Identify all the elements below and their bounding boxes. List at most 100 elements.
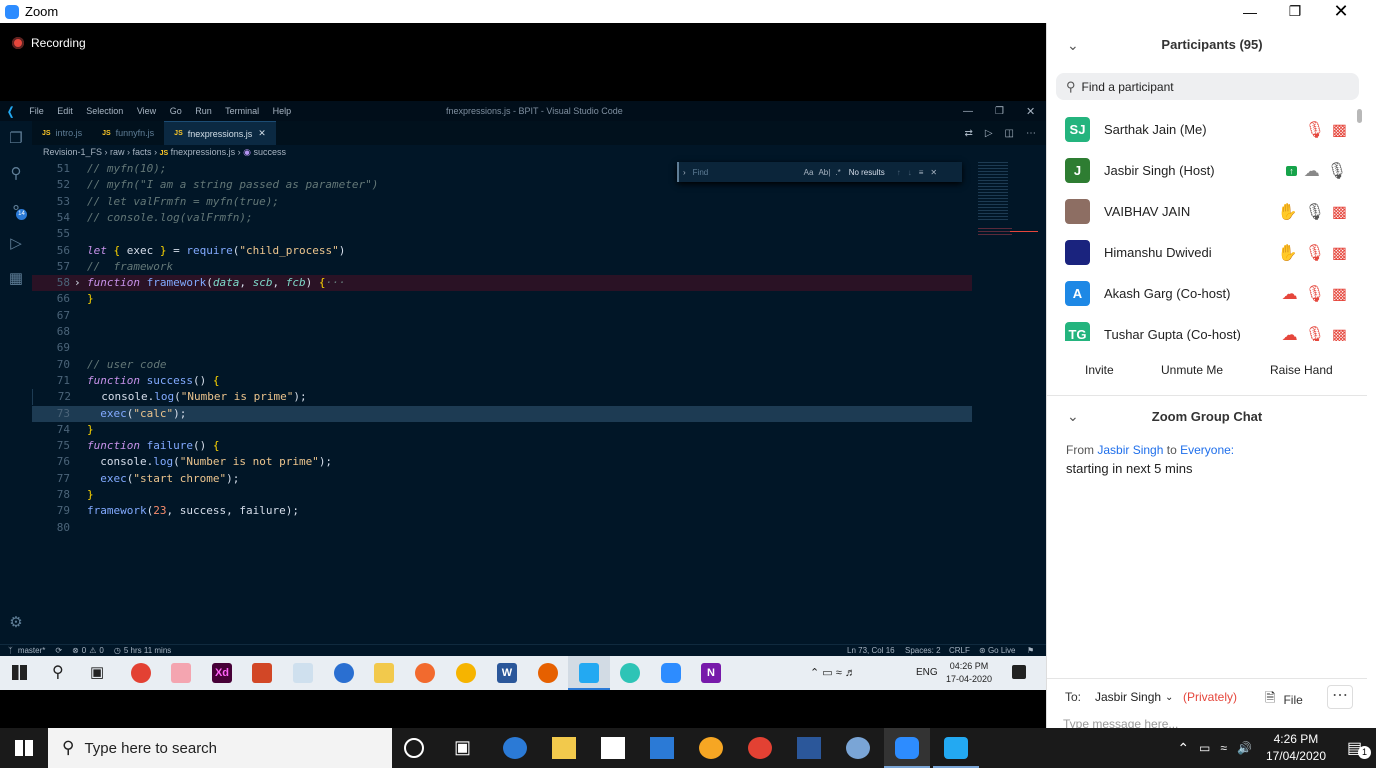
muted-mic-icon[interactable]: 🎙	[1305, 284, 1325, 304]
start-icon[interactable]	[12, 665, 27, 680]
sublime-icon[interactable]	[415, 663, 435, 683]
search-icon[interactable]: ⚲	[7, 164, 25, 182]
breadcrumb-item[interactable]: raw	[110, 147, 125, 157]
firefox-icon[interactable]	[538, 663, 558, 683]
participant-row[interactable]: J Jasbir Singh (Host) ↑ ☁ 🎙	[1047, 150, 1347, 191]
code-line[interactable]: 69	[32, 340, 972, 356]
run-icon[interactable]: ▷	[985, 128, 993, 139]
word-icon[interactable]	[797, 737, 821, 759]
participant-search-input[interactable]: Find a participant	[1082, 80, 1174, 94]
vscode-taskbar-button[interactable]	[933, 728, 979, 768]
match-word-toggle[interactable]: Ab|	[818, 168, 830, 177]
menu-selection[interactable]: Selection	[86, 106, 123, 116]
show-hidden-icons[interactable]: ⌃	[1177, 740, 1189, 757]
indentation[interactable]: Spaces: 2	[905, 646, 941, 655]
code-line[interactable]: 72 console.log("Number is prime");	[32, 389, 972, 406]
code-line[interactable]: 55	[32, 226, 972, 242]
action-center-button[interactable]: ▤ 1	[1340, 728, 1376, 768]
close-tab-icon[interactable]: ✕	[258, 128, 266, 139]
invite-button[interactable]: Invite	[1077, 359, 1122, 381]
close-find-icon[interactable]: ✕	[930, 168, 937, 177]
menu-edit[interactable]: Edit	[57, 106, 73, 116]
restore-button[interactable]: ❐	[1272, 0, 1318, 23]
code-line[interactable]: 76 console.log("Number is not prime");	[32, 454, 972, 470]
task-view-icon[interactable]: ▣	[90, 663, 104, 681]
find-input[interactable]: Find	[691, 166, 804, 178]
video-off-icon[interactable]: ▩	[1332, 202, 1347, 222]
code-line[interactable]: 79 framework(23, success, failure);	[32, 503, 972, 519]
code-line[interactable]: 68	[32, 324, 972, 340]
code-line[interactable]: 78}	[32, 487, 972, 503]
inner-clock[interactable]: 04:26 PM 17-04-2020	[946, 660, 992, 686]
regex-toggle[interactable]: .*	[835, 168, 840, 177]
code-line[interactable]: 54 // console.log(valFrmfn);	[32, 210, 972, 226]
fold-chevron-icon[interactable]: ›	[74, 275, 81, 291]
line-endings[interactable]: CRLF	[949, 646, 970, 655]
language-indicator[interactable]: ENG	[916, 667, 938, 678]
code-line[interactable]: 71 function success() {	[32, 373, 972, 389]
minimize-button[interactable]: —	[1227, 0, 1273, 23]
run-debug-icon[interactable]: ▷	[7, 234, 25, 252]
split-editor-icon[interactable]: ◫	[1005, 128, 1014, 139]
breadcrumb-item[interactable]: success	[254, 147, 287, 157]
menu-go[interactable]: Go	[170, 106, 182, 116]
participant-search[interactable]: ⚲ Find a participant	[1056, 73, 1359, 100]
app-icon[interactable]	[456, 663, 476, 683]
menu-terminal[interactable]: Terminal	[225, 106, 259, 116]
muted-mic-icon[interactable]: 🎙	[1305, 243, 1325, 263]
wifi-icon[interactable]: ≈	[1220, 741, 1227, 755]
chrome-icon[interactable]	[131, 663, 151, 683]
chat-sender[interactable]: Jasbir Singh	[1097, 443, 1163, 457]
settings-gear-icon[interactable]: ⚙	[7, 613, 25, 631]
paint-icon[interactable]	[846, 737, 870, 759]
vscode-taskbar-button[interactable]	[568, 656, 610, 690]
code-line[interactable]: 53 // let valFrmfn = myfn(true);	[32, 194, 972, 210]
battery-icon[interactable]: ▭	[1199, 741, 1210, 755]
onenote-icon[interactable]: N	[701, 663, 721, 683]
menu-view[interactable]: View	[137, 106, 156, 116]
code-line[interactable]: 73 exec("calc");	[32, 405, 972, 422]
match-case-toggle[interactable]: Aa	[804, 168, 814, 177]
taskbar-search-box[interactable]: ⚲ Type here to search	[48, 728, 392, 768]
file-button[interactable]: 🗎 File	[1265, 689, 1303, 711]
extensions-icon[interactable]: ▦	[7, 269, 25, 287]
error-count[interactable]: 0	[82, 646, 86, 655]
store-icon[interactable]	[601, 737, 625, 759]
unmute-me-button[interactable]: Unmute Me	[1153, 359, 1231, 381]
breadcrumb-item[interactable]: Revision-1_FS	[43, 147, 102, 157]
video-off-icon[interactable]: ▩	[1332, 284, 1347, 304]
video-off-icon[interactable]: ▩	[1332, 325, 1347, 342]
breadcrumb-item[interactable]: fnexpressions.js	[171, 147, 236, 157]
menu-run[interactable]: Run	[195, 106, 212, 116]
tab-funnyfn[interactable]: JS funnyfn.js	[92, 121, 164, 145]
mic-icon[interactable]: 🎙	[1327, 161, 1347, 181]
menu-help[interactable]: Help	[273, 106, 292, 116]
breadcrumb-item[interactable]: facts	[133, 147, 152, 157]
vs-restore-button[interactable]: ❐	[995, 106, 1004, 117]
muted-mic-icon[interactable]: 🎙	[1305, 120, 1325, 140]
code-line[interactable]: 57 // framework	[32, 259, 972, 275]
browser-icon[interactable]	[334, 663, 354, 683]
muted-mic-icon[interactable]: 🎙	[1305, 325, 1325, 342]
participant-row[interactable]: VAIBHAV JAIN ✋ 🎙 ▩	[1047, 191, 1347, 232]
chrome-icon[interactable]	[748, 737, 772, 759]
code-line[interactable]: 70 // user code	[32, 357, 972, 373]
task-view-icon[interactable]: ▣	[454, 737, 478, 759]
windows-start-icon[interactable]	[15, 740, 33, 756]
notifications-bell-icon[interactable]: ⚑	[1027, 646, 1034, 655]
tab-intro[interactable]: JS intro.js	[32, 121, 92, 145]
video-off-icon[interactable]: ▩	[1332, 120, 1347, 140]
notepad-icon[interactable]	[293, 663, 313, 683]
vs-close-button[interactable]: ✕	[1026, 105, 1035, 118]
compare-icon[interactable]: ⇄	[964, 128, 972, 139]
code-line[interactable]: 67	[32, 308, 972, 324]
participant-scrollbar[interactable]	[1357, 109, 1363, 341]
volume-icon[interactable]: 🔊	[1237, 741, 1252, 755]
search-icon[interactable]: ⚲	[52, 662, 64, 682]
notification-center-icon[interactable]	[1012, 665, 1026, 679]
code-line[interactable]: 66}	[32, 291, 972, 307]
more-options-icon[interactable]: ⋯	[1327, 685, 1353, 709]
code-editor[interactable]: 51 // myfn(10); 52 // myfn("I am a string p…	[32, 160, 972, 585]
edge-icon[interactable]	[620, 663, 640, 683]
explorer-icon[interactable]: ❐	[7, 129, 25, 147]
